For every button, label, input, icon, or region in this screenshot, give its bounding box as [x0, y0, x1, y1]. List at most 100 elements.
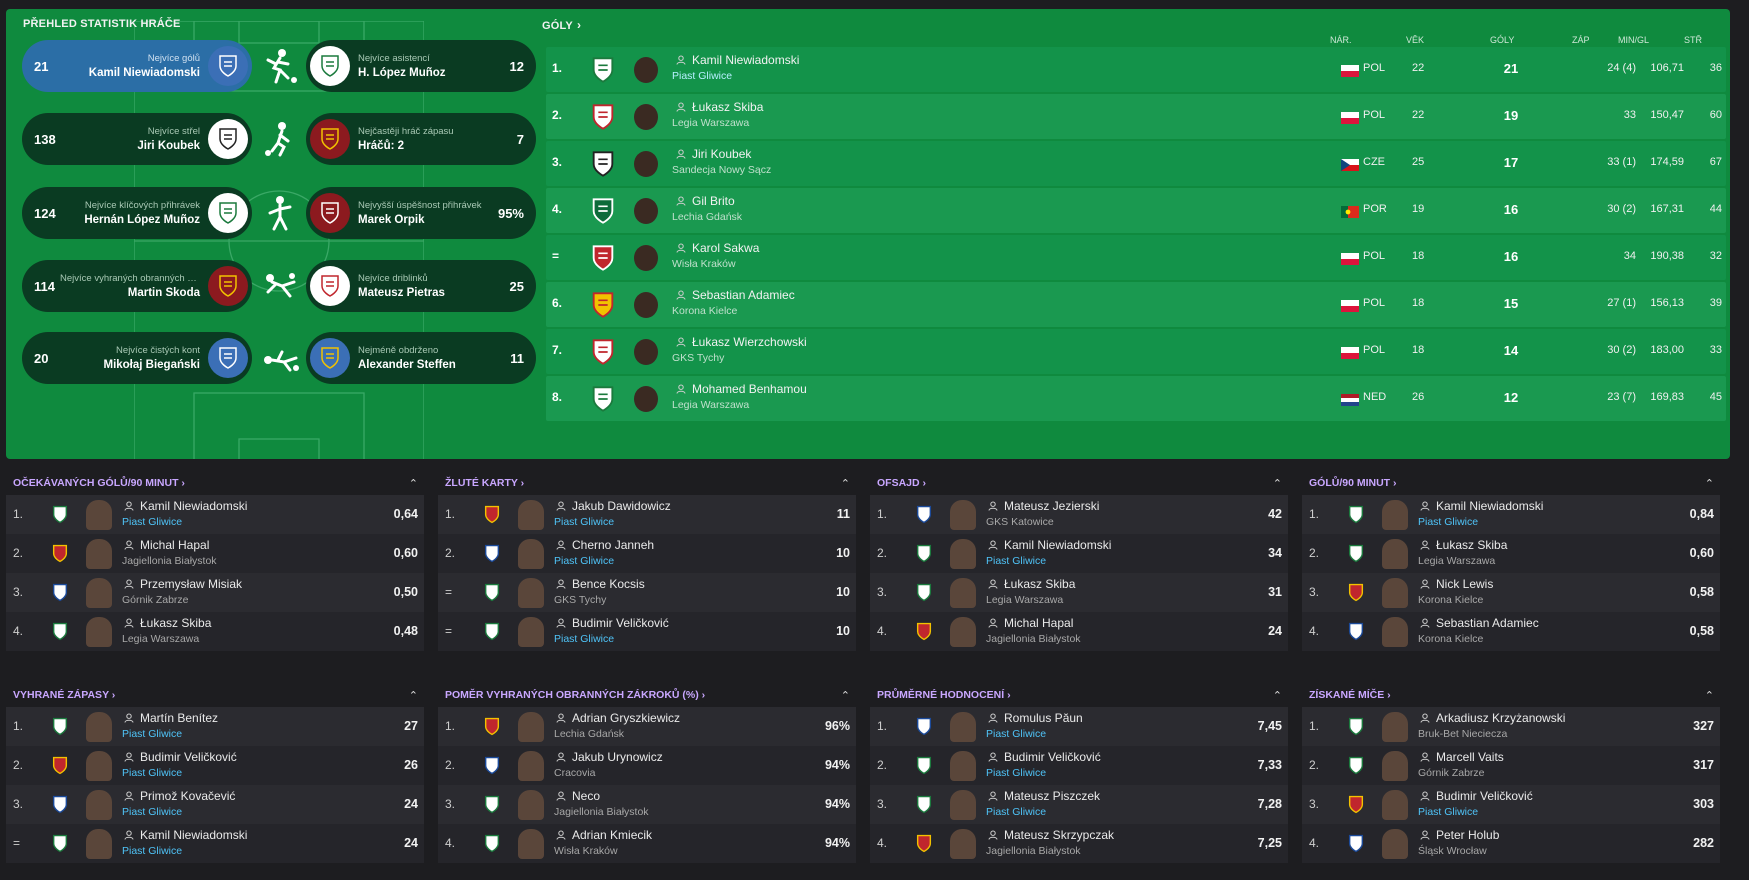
- player-name[interactable]: Arkadiusz Krzyżanowski: [1420, 711, 1565, 725]
- player-name[interactable]: Primož Kovačević: [124, 789, 235, 803]
- leader-card-right[interactable]: Nejčastěji hráč zápasu Hráčů: 2 7: [306, 113, 536, 165]
- stat-table-title[interactable]: OČEKÁVANÝCH GÓLŮ/90 MINUT ›: [13, 477, 185, 489]
- stat-row[interactable]: 3. Primož Kovačević Piast Gliwice 24: [6, 785, 424, 824]
- player-club[interactable]: Jagiellonia Białystok: [554, 806, 649, 818]
- player-club[interactable]: Piast Gliwice: [122, 516, 182, 528]
- player-club[interactable]: Jagiellonia Białystok: [986, 845, 1081, 857]
- player-club[interactable]: Korona Kielce: [1418, 594, 1483, 606]
- stat-row[interactable]: 1. Kamil Niewiadomski Piast Gliwice 0,64: [6, 495, 424, 534]
- player-name[interactable]: Łukasz Skiba: [124, 616, 211, 630]
- stat-row[interactable]: = Kamil Niewiadomski Piast Gliwice 24: [6, 824, 424, 863]
- goals-row[interactable]: 4. Gil Brito Lechia Gdańsk POR 19 16 30 (2) 167…: [546, 188, 1726, 233]
- player-club[interactable]: GKS Tychy: [554, 594, 606, 606]
- stat-row[interactable]: 3. Łukasz Skiba Legia Warszawa 31: [870, 573, 1288, 612]
- leader-card-left[interactable]: 20 Nejvíce čistých kont Mikołaj Biegański: [22, 332, 252, 384]
- leader-name[interactable]: Alexander Steffen: [358, 359, 456, 371]
- player-name[interactable]: Michal Hapal: [988, 616, 1073, 630]
- player-club[interactable]: Piast Gliwice: [554, 555, 614, 567]
- stat-row[interactable]: 2. Michal Hapal Jagiellonia Białystok 0,60: [6, 534, 424, 573]
- stat-table-title[interactable]: OFSAJD ›: [877, 477, 926, 489]
- stat-row[interactable]: 4. Adrian Kmiecik Wisła Kraków 94%: [438, 824, 856, 863]
- stat-row[interactable]: 3. Neco Jagiellonia Białystok 94%: [438, 785, 856, 824]
- player-name[interactable]: Nick Lewis: [1420, 577, 1493, 591]
- goals-row[interactable]: 2. Łukasz Skiba Legia Warszawa POL 22 19 33 150…: [546, 94, 1726, 139]
- player-club[interactable]: GKS Tychy: [672, 352, 724, 364]
- player-name[interactable]: Martín Benítez: [124, 711, 218, 725]
- stat-row[interactable]: 2. Cherno Janneh Piast Gliwice 10: [438, 534, 856, 573]
- collapse-caret-icon[interactable]: ⌃: [841, 689, 850, 702]
- stat-row[interactable]: 4. Peter Holub Śląsk Wrocław 282: [1302, 824, 1720, 863]
- player-club[interactable]: Piast Gliwice: [122, 845, 182, 857]
- player-name[interactable]: Michal Hapal: [124, 538, 209, 552]
- leader-card-left[interactable]: 138 Nejvíce střel Jiri Koubek: [22, 113, 252, 165]
- leader-name[interactable]: Hráčů: 2: [358, 140, 404, 152]
- player-name[interactable]: Budimir Veličković: [988, 750, 1101, 764]
- collapse-caret-icon[interactable]: ⌃: [409, 689, 418, 702]
- stat-row[interactable]: 3. Mateusz Piszczek Piast Gliwice 7,28: [870, 785, 1288, 824]
- player-name[interactable]: Mateusz Skrzypczak: [988, 828, 1114, 842]
- stat-row[interactable]: 1. Kamil Niewiadomski Piast Gliwice 0,84: [1302, 495, 1720, 534]
- player-name[interactable]: Mateusz Piszczek: [988, 789, 1100, 803]
- player-club[interactable]: Piast Gliwice: [986, 767, 1046, 779]
- leader-name[interactable]: Kamil Niewiadomski: [89, 67, 200, 79]
- stat-table-title[interactable]: ŽLUTÉ KARTY ›: [445, 477, 524, 489]
- player-club[interactable]: Jagiellonia Białystok: [986, 633, 1081, 645]
- stat-row[interactable]: = Bence Kocsis GKS Tychy 10: [438, 573, 856, 612]
- player-name[interactable]: Budimir Veličković: [556, 616, 669, 630]
- player-name[interactable]: Kamil Niewiadomski: [1420, 499, 1543, 513]
- player-club[interactable]: Legia Warszawa: [122, 633, 199, 645]
- player-name[interactable]: Kamil Niewiadomski: [676, 53, 799, 67]
- stat-row[interactable]: 4. Sebastian Adamiec Korona Kielce 0,58: [1302, 612, 1720, 651]
- leader-card-right[interactable]: Nejméně obdrženo Alexander Steffen 11: [306, 332, 536, 384]
- player-name[interactable]: Marcell Vaits: [1420, 750, 1504, 764]
- player-club[interactable]: Lechia Gdańsk: [554, 728, 624, 740]
- player-name[interactable]: Łukasz Skiba: [988, 577, 1075, 591]
- player-name[interactable]: Przemysław Misiak: [124, 577, 242, 591]
- leader-name[interactable]: H. López Muñoz: [358, 67, 446, 79]
- player-club[interactable]: Cracovia: [554, 767, 595, 779]
- player-name[interactable]: Cherno Janneh: [556, 538, 654, 552]
- leader-card-left[interactable]: 114 Nejvíce vyhraných obranných zákroků Ma…: [22, 260, 252, 312]
- player-club[interactable]: Legia Warszawa: [672, 117, 749, 129]
- goals-row[interactable]: = Karol Sakwa Wisła Kraków POL 18 16 34 190,38 3…: [546, 235, 1726, 280]
- player-name[interactable]: Jiri Koubek: [676, 147, 751, 161]
- player-club[interactable]: Sandecja Nowy Sącz: [672, 164, 771, 176]
- player-name[interactable]: Mateusz Jezierski: [988, 499, 1099, 513]
- leader-card-right[interactable]: Nejvíce driblinků Mateusz Pietras 25: [306, 260, 536, 312]
- stat-row[interactable]: 1. Romulus Păun Piast Gliwice 7,45: [870, 707, 1288, 746]
- collapse-caret-icon[interactable]: ⌃: [1705, 689, 1714, 702]
- player-club[interactable]: Piast Gliwice: [986, 728, 1046, 740]
- player-club[interactable]: Wisła Kraków: [554, 845, 618, 857]
- stat-row[interactable]: 3. Przemysław Misiak Górnik Zabrze 0,50: [6, 573, 424, 612]
- player-name[interactable]: Mohamed Benhamou: [676, 382, 807, 396]
- player-club[interactable]: Korona Kielce: [1418, 633, 1483, 645]
- stat-row[interactable]: 1. Arkadiusz Krzyżanowski Bruk-Bet Nieciec…: [1302, 707, 1720, 746]
- collapse-caret-icon[interactable]: ⌃: [409, 477, 418, 490]
- player-name[interactable]: Gil Brito: [676, 194, 735, 208]
- leader-card-right[interactable]: Nejvyšší úspěšnost přihrávek Marek Orpik 9…: [306, 187, 536, 239]
- player-club[interactable]: Legia Warszawa: [986, 594, 1063, 606]
- stat-table-title[interactable]: GÓLŮ/90 MINUT ›: [1309, 477, 1397, 489]
- player-club[interactable]: Piast Gliwice: [672, 70, 732, 82]
- goals-row[interactable]: 1. Kamil Niewiadomski Piast Gliwice POL 22 21…: [546, 47, 1726, 92]
- player-club[interactable]: Bruk-Bet Nieciecza: [1418, 728, 1507, 740]
- player-club[interactable]: Legia Warszawa: [672, 399, 749, 411]
- stat-row[interactable]: 3. Nick Lewis Korona Kielce 0,58: [1302, 573, 1720, 612]
- player-club[interactable]: Legia Warszawa: [1418, 555, 1495, 567]
- stat-row[interactable]: 2. Budimir Veličković Piast Gliwice 7,33: [870, 746, 1288, 785]
- player-name[interactable]: Łukasz Skiba: [1420, 538, 1507, 552]
- player-name[interactable]: Budimir Veličković: [124, 750, 237, 764]
- player-club[interactable]: Górnik Zabrze: [122, 594, 189, 606]
- leader-card-left[interactable]: 21 Nejvíce gólů Kamil Niewiadomski: [22, 40, 252, 92]
- stat-row[interactable]: 2. Łukasz Skiba Legia Warszawa 0,60: [1302, 534, 1720, 573]
- player-name[interactable]: Neco: [556, 789, 600, 803]
- stat-row[interactable]: 1. Adrian Gryszkiewicz Lechia Gdańsk 96%: [438, 707, 856, 746]
- player-name[interactable]: Łukasz Skiba: [676, 100, 763, 114]
- player-club[interactable]: Piast Gliwice: [554, 516, 614, 528]
- stat-row[interactable]: 2. Jakub Urynowicz Cracovia 94%: [438, 746, 856, 785]
- leader-name[interactable]: Mikołaj Biegański: [103, 359, 200, 371]
- stat-row[interactable]: 2. Budimir Veličković Piast Gliwice 26: [6, 746, 424, 785]
- player-club[interactable]: Piast Gliwice: [1418, 516, 1478, 528]
- stat-row[interactable]: = Budimir Veličković Piast Gliwice 10: [438, 612, 856, 651]
- stat-table-title[interactable]: POMĚR VYHRANÝCH OBRANNÝCH ZÁKROKŮ (%) ›: [445, 689, 705, 701]
